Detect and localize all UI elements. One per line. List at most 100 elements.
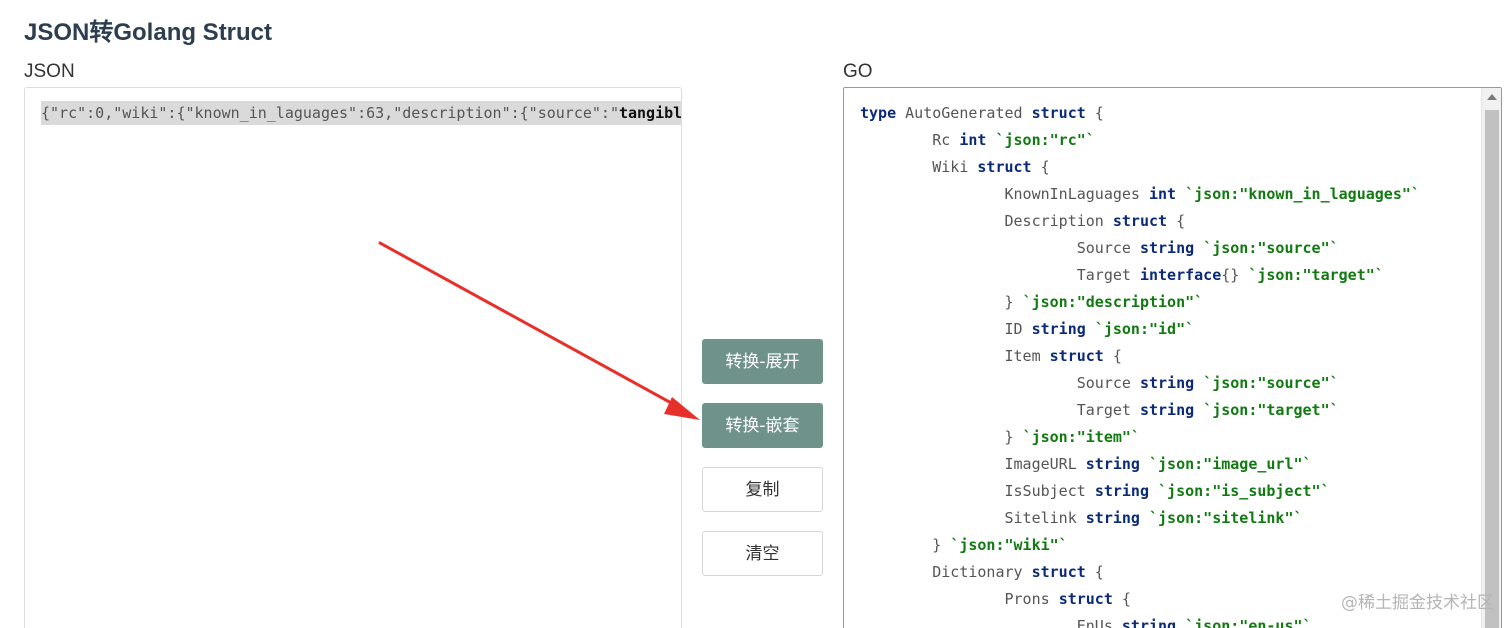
go-code-token: `json:"source"`: [1203, 374, 1339, 392]
watermark: @稀土掘金技术社区: [1341, 593, 1494, 613]
go-code-token: KnownInLaguages: [860, 185, 1149, 203]
copy-button[interactable]: 复制: [702, 467, 823, 512]
go-code-token: [1140, 509, 1149, 527]
go-code-token: struct: [1112, 212, 1168, 230]
go-code-token: string: [1085, 509, 1140, 527]
go-label: GO: [843, 61, 873, 82]
go-code-line: Target interface{} `json:"target"`: [860, 262, 1420, 289]
go-code-token: Item: [860, 347, 1050, 365]
go-code-line: ID string `json:"id"`: [860, 316, 1420, 343]
go-code-token: `json:"sitelink"`: [1149, 509, 1303, 527]
go-code-line: } `json:"item"`: [860, 424, 1420, 451]
go-code-line: KnownInLaguages int `json:"known_in_lagu…: [860, 181, 1420, 208]
json-line-bold: tangible: [618, 104, 681, 122]
go-code-token: struct: [977, 158, 1032, 176]
go-code-token: `json:"en-us"`: [1185, 617, 1312, 628]
convert-expand-button[interactable]: 转换-展开: [702, 339, 823, 384]
go-code-line: Item struct {: [860, 343, 1420, 370]
clear-button[interactable]: 清空: [702, 531, 823, 576]
go-code-line: } `json:"description"`: [860, 289, 1420, 316]
go-code-block: type AutoGenerated struct { Rc int `json…: [860, 100, 1420, 628]
go-code-token: Wiki: [860, 158, 978, 176]
go-code-token: }: [860, 536, 951, 554]
go-code-token: `json:"image_url"`: [1149, 455, 1312, 473]
go-code-token: ImageURL: [860, 455, 1086, 473]
json-input-editor[interactable]: {"rc":0,"wiki":{"known_in_laguages":63,"…: [24, 87, 682, 628]
json-label: JSON: [24, 61, 75, 82]
go-code-token: EnUs: [860, 617, 1122, 628]
go-code-token: `json:"source"`: [1203, 239, 1339, 257]
go-code-token: `json:"is_subject"`: [1158, 482, 1330, 500]
go-code-token: struct: [1031, 104, 1086, 122]
go-code-token: [1194, 374, 1203, 392]
go-code-token: [1194, 401, 1203, 419]
go-code-token: interface: [1139, 266, 1222, 284]
go-code-token: {}: [1221, 266, 1249, 284]
go-code-token: [1176, 617, 1185, 628]
go-code-token: `json:"target"`: [1248, 266, 1384, 284]
go-code-token: {: [1112, 590, 1131, 608]
convert-nested-button[interactable]: 转换-嵌套: [702, 403, 823, 448]
go-code-token: [1140, 455, 1149, 473]
go-code-token: AutoGenerated: [896, 104, 1032, 122]
go-code-token: string: [1121, 617, 1177, 628]
go-code-token: type: [860, 104, 897, 122]
go-output-scrollbar[interactable]: [1481, 88, 1501, 628]
page-title: JSON转Golang Struct: [24, 19, 273, 46]
go-code-token: struct: [1058, 590, 1113, 608]
go-code-token: struct: [1031, 563, 1086, 581]
go-code-token: {: [1031, 158, 1050, 176]
go-code-token: string: [1085, 455, 1140, 473]
go-code-token: [1149, 482, 1158, 500]
go-code-token: [1176, 185, 1185, 203]
go-code-token: string: [1031, 320, 1086, 338]
scroll-up-arrow-icon[interactable]: [1487, 94, 1497, 100]
go-code-token: `json:"rc"`: [995, 131, 1095, 149]
go-code-line: Wiki struct {: [860, 154, 1420, 181]
go-code-token: Target: [860, 266, 1140, 284]
go-code-token: Sitelink: [860, 509, 1086, 527]
go-code-token: IsSubject: [860, 482, 1095, 500]
go-code-token: [1086, 320, 1095, 338]
go-code-token: string: [1139, 239, 1195, 257]
go-code-token: Dictionary: [860, 563, 1032, 581]
json-input-line[interactable]: {"rc":0,"wiki":{"known_in_laguages":63,"…: [41, 101, 681, 125]
go-code-line: Rc int `json:"rc"`: [860, 127, 1420, 154]
json-line-prefix: {"rc":0,"wiki":{"known_in_laguages":63,"…: [41, 104, 619, 122]
go-code-token: `json:"target"`: [1203, 401, 1339, 419]
go-code-token: Target: [860, 401, 1140, 419]
go-code-token: }: [860, 428, 1023, 446]
go-code-token: Source: [860, 374, 1140, 392]
go-code-token: {: [1085, 104, 1104, 122]
go-code-token: string: [1094, 482, 1149, 500]
go-code-line: Sitelink string `json:"sitelink"`: [860, 505, 1420, 532]
go-code-token: `json:"known_in_laguages"`: [1185, 185, 1420, 203]
go-code-line: ImageURL string `json:"image_url"`: [860, 451, 1420, 478]
go-code-token: {: [1103, 347, 1122, 365]
go-code-line: EnUs string `json:"en-us"`: [860, 613, 1420, 628]
go-code-token: `json:"item"`: [1022, 428, 1140, 446]
go-code-line: Target string `json:"target"`: [860, 397, 1420, 424]
go-code-line: Dictionary struct {: [860, 559, 1420, 586]
scroll-thumb[interactable]: [1485, 110, 1499, 628]
go-code-token: {: [1085, 563, 1104, 581]
go-code-line: Prons struct {: [860, 586, 1420, 613]
go-code-token: Source: [860, 239, 1140, 257]
go-code-token: ID: [860, 320, 1032, 338]
go-code-line: IsSubject string `json:"is_subject"`: [860, 478, 1420, 505]
go-code-token: Description: [860, 212, 1113, 230]
go-code-token: string: [1139, 401, 1195, 419]
go-output-editor[interactable]: type AutoGenerated struct { Rc int `json…: [843, 87, 1502, 628]
go-code-line: Source string `json:"source"`: [860, 235, 1420, 262]
go-code-line: type AutoGenerated struct {: [860, 100, 1420, 127]
go-code-token: string: [1139, 374, 1195, 392]
go-code-token: `json:"wiki"`: [950, 536, 1068, 554]
go-code-token: {: [1167, 212, 1186, 230]
go-code-token: Prons: [860, 590, 1059, 608]
go-code-line: Source string `json:"source"`: [860, 370, 1420, 397]
go-code-token: }: [860, 293, 1023, 311]
go-code-token: `json:"id"`: [1094, 320, 1195, 338]
go-code-token: struct: [1049, 347, 1104, 365]
go-code-token: Rc: [860, 131, 960, 149]
go-code-line: } `json:"wiki"`: [860, 532, 1420, 559]
